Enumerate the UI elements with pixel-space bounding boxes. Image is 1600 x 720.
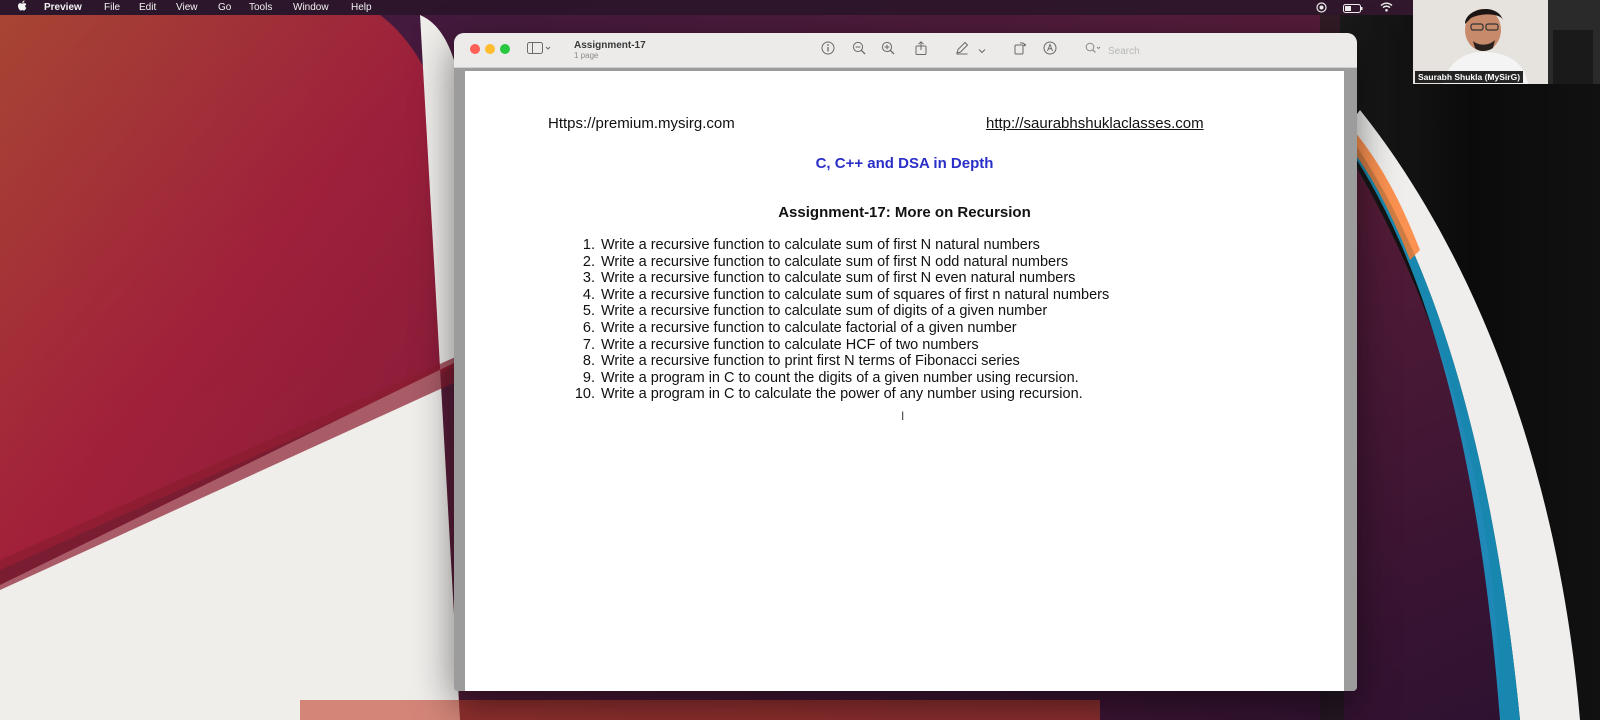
window-toolbar: Assignment-17 1 page bbox=[454, 33, 1357, 68]
window-title: Assignment-17 bbox=[574, 40, 646, 51]
preview-window: Assignment-17 1 page Search Https://prem… bbox=[454, 33, 1357, 691]
minimize-button[interactable] bbox=[485, 44, 495, 54]
menu-app-name[interactable]: Preview bbox=[44, 0, 82, 15]
window-subtitle: 1 page bbox=[574, 51, 599, 60]
wifi-icon[interactable] bbox=[1380, 2, 1393, 17]
header-right-link[interactable]: http://saurabhshuklaclasses.com bbox=[986, 115, 1204, 132]
question-text: Write a recursive function to calculate … bbox=[601, 286, 1110, 303]
share-icon[interactable] bbox=[912, 41, 930, 59]
question-text: Write a recursive function to print firs… bbox=[601, 353, 1020, 370]
question-text: Write a recursive function to calculate … bbox=[601, 336, 979, 353]
menu-bar: Preview File Edit View Go Tools Window H… bbox=[0, 0, 1600, 15]
search-icon bbox=[1084, 41, 1102, 59]
zoom-in-icon[interactable] bbox=[879, 41, 897, 59]
chevron-down-icon[interactable] bbox=[976, 41, 988, 59]
info-icon[interactable] bbox=[819, 41, 837, 59]
rotate-icon[interactable] bbox=[1011, 41, 1029, 59]
zoom-out-icon[interactable] bbox=[850, 41, 868, 59]
menu-file[interactable]: File bbox=[104, 0, 120, 15]
zoom-button[interactable] bbox=[500, 44, 510, 54]
question-text: Write a recursive function to calculate … bbox=[601, 253, 1069, 270]
search-field bbox=[1084, 41, 1344, 61]
question-number: 2. bbox=[582, 253, 595, 270]
question-number: 4. bbox=[582, 286, 595, 303]
sidebar-toggle-icon[interactable] bbox=[526, 41, 552, 59]
menu-help[interactable]: Help bbox=[351, 0, 372, 15]
question-text: Write a recursive function to calculate … bbox=[601, 237, 1040, 253]
close-button[interactable] bbox=[470, 44, 480, 54]
question-number: 5. bbox=[582, 303, 595, 320]
menu-window[interactable]: Window bbox=[293, 0, 329, 15]
menu-view[interactable]: View bbox=[176, 0, 198, 15]
course-title: C, C++ and DSA in Depth bbox=[815, 155, 994, 172]
question-text: Write a program in C to calculate the po… bbox=[601, 386, 1083, 403]
menu-tools[interactable]: Tools bbox=[249, 0, 272, 15]
question-number: 1. bbox=[582, 237, 595, 253]
question-text: Write a program in C to count the digits… bbox=[601, 369, 1079, 386]
text-cursor-icon: I bbox=[901, 409, 905, 423]
document-page: Https://premium.mysirg.com http://saurab… bbox=[465, 71, 1344, 691]
question-text: Write a recursive function to calculate … bbox=[601, 303, 1048, 320]
question-text: Write a recursive function to calculate … bbox=[601, 270, 1076, 287]
menu-go[interactable]: Go bbox=[218, 0, 231, 15]
presenter-name-label: Saurabh Shukla (MySirG) bbox=[1415, 71, 1524, 83]
apple-menu-icon[interactable] bbox=[17, 0, 28, 17]
markup-pen-icon[interactable] bbox=[953, 41, 971, 59]
question-number: 7. bbox=[582, 336, 595, 353]
search-input[interactable] bbox=[1106, 41, 1340, 61]
annotate-icon[interactable] bbox=[1041, 41, 1059, 59]
menu-edit[interactable]: Edit bbox=[139, 0, 156, 15]
screen-record-icon[interactable] bbox=[1316, 2, 1327, 18]
battery-icon[interactable] bbox=[1343, 3, 1363, 18]
question-text: Write a recursive function to calculate … bbox=[601, 319, 1017, 336]
question-number: 10. bbox=[574, 386, 595, 403]
header-left-url: Https://premium.mysirg.com bbox=[548, 115, 735, 132]
question-number: 6. bbox=[582, 319, 595, 336]
question-number: 3. bbox=[582, 270, 595, 287]
question-number: 8. bbox=[582, 353, 595, 370]
assignment-title: Assignment-17: More on Recursion bbox=[778, 204, 1031, 221]
webcam-overlay: Saurabh Shukla (MySirG) bbox=[1413, 0, 1600, 84]
question-number: 9. bbox=[582, 369, 595, 386]
